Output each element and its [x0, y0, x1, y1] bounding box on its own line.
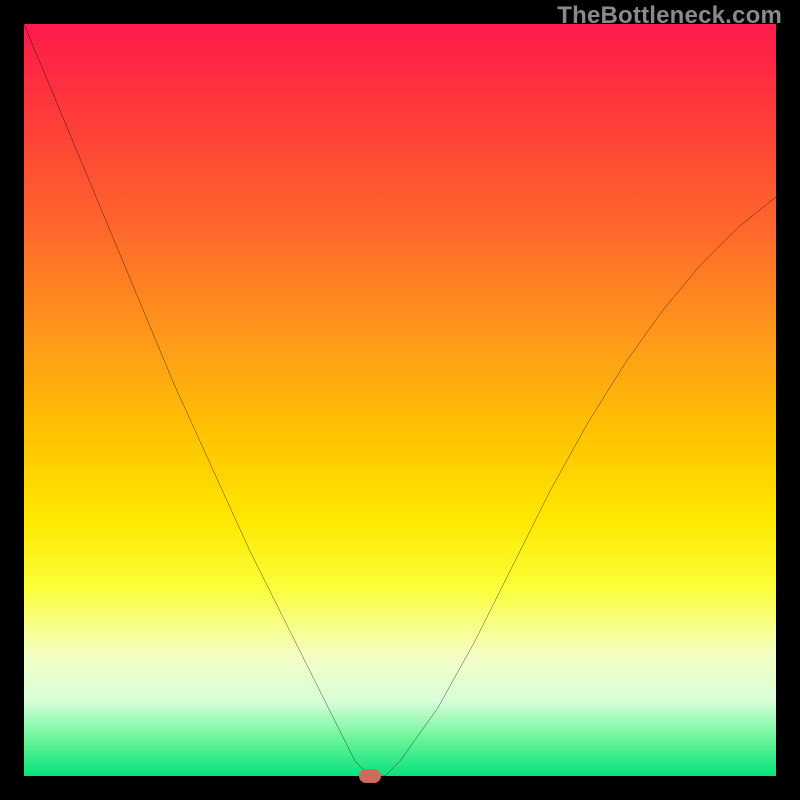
plot-area	[24, 24, 776, 776]
optimum-marker	[359, 769, 381, 783]
bottleneck-curve	[24, 24, 776, 776]
chart-frame: TheBottleneck.com	[0, 0, 800, 800]
curve-svg	[24, 24, 776, 776]
